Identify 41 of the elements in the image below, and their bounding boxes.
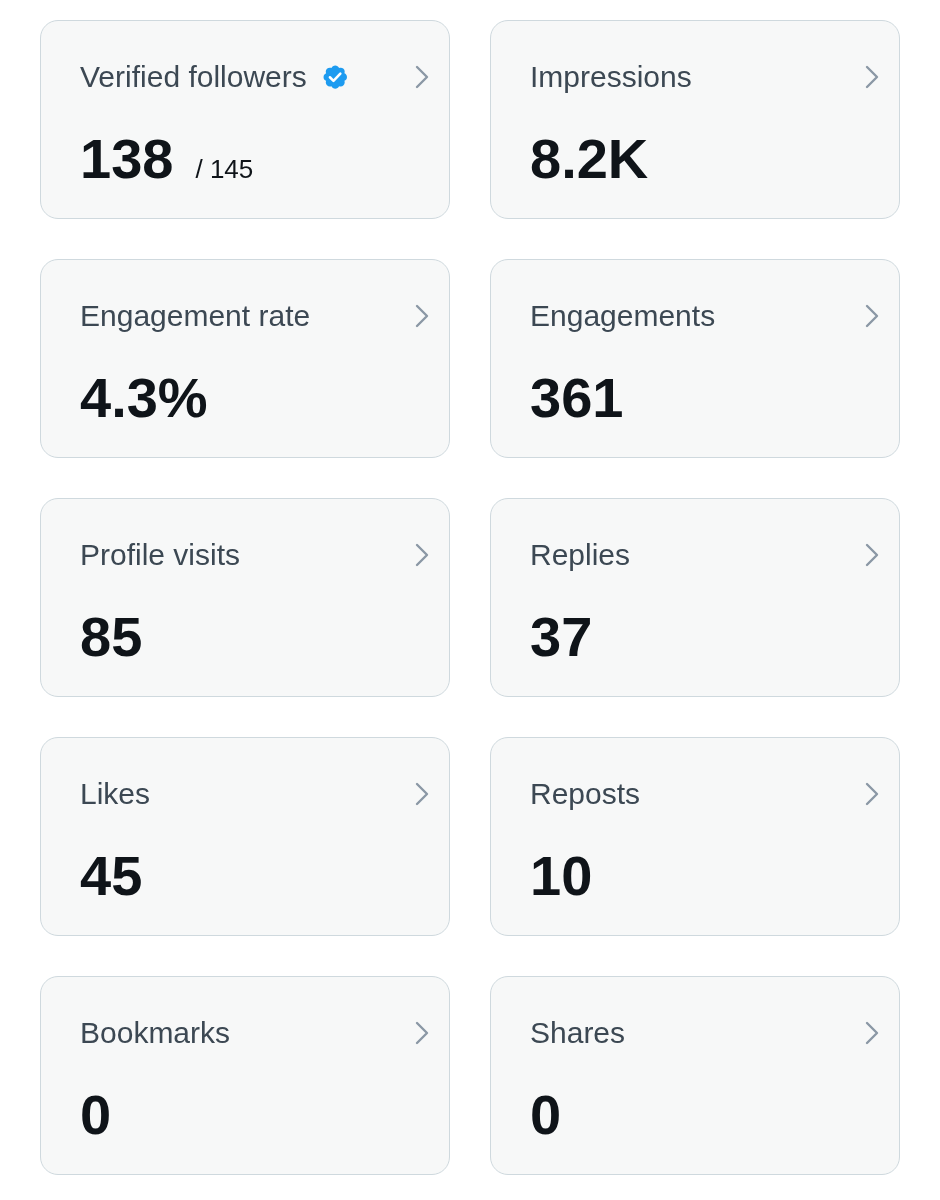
metric-label: Profile visits	[80, 538, 241, 572]
metric-value: 10	[530, 843, 593, 908]
metric-label: Likes	[80, 777, 151, 811]
chevron-icon	[865, 543, 879, 567]
chevron-icon	[415, 65, 429, 89]
metric-label: Shares	[530, 1016, 626, 1050]
metric-card[interactable]: Engagements 361	[490, 259, 900, 458]
metric-card[interactable]: Impressions 8.2K	[490, 20, 900, 219]
metric-label: Replies	[530, 538, 631, 572]
metric-value: 0	[530, 1082, 562, 1147]
metric-label: Verified followers	[80, 60, 307, 94]
metric-card[interactable]: Shares 0	[490, 976, 900, 1175]
metric-card[interactable]: Bookmarks 0	[40, 976, 450, 1175]
metric-card[interactable]: Reposts 10	[490, 737, 900, 936]
metric-value: 361	[530, 365, 624, 430]
metric-value: 45	[80, 843, 143, 908]
metric-card[interactable]: Replies 37	[490, 498, 900, 697]
metric-value: 138	[80, 126, 174, 191]
chevron-icon	[865, 782, 879, 806]
metric-label: Reposts	[530, 777, 641, 811]
metric-value: 85	[80, 604, 143, 669]
metric-value: 4.3%	[80, 365, 208, 430]
metric-label: Engagements	[530, 299, 716, 333]
chevron-icon	[415, 782, 429, 806]
metric-card[interactable]: Verified followers 138 / 145	[40, 20, 450, 219]
metric-label: Impressions	[530, 60, 692, 94]
metric-value: 8.2K	[530, 126, 649, 191]
metric-label: Bookmarks	[80, 1016, 231, 1050]
chevron-icon	[865, 304, 879, 328]
chevron-icon	[415, 1021, 429, 1045]
metric-card[interactable]: Engagement rate 4.3%	[40, 259, 450, 458]
metric-card[interactable]: Likes 45	[40, 737, 450, 936]
metric-value: 0	[80, 1082, 112, 1147]
chevron-icon	[865, 65, 879, 89]
metric-total: / 145	[195, 154, 254, 185]
metric-label: Engagement rate	[80, 299, 311, 333]
chevron-icon	[415, 543, 429, 567]
metric-value: 37	[530, 604, 593, 669]
chevron-icon	[865, 1021, 879, 1045]
metric-card[interactable]: Profile visits 85	[40, 498, 450, 697]
chevron-icon	[415, 304, 429, 328]
